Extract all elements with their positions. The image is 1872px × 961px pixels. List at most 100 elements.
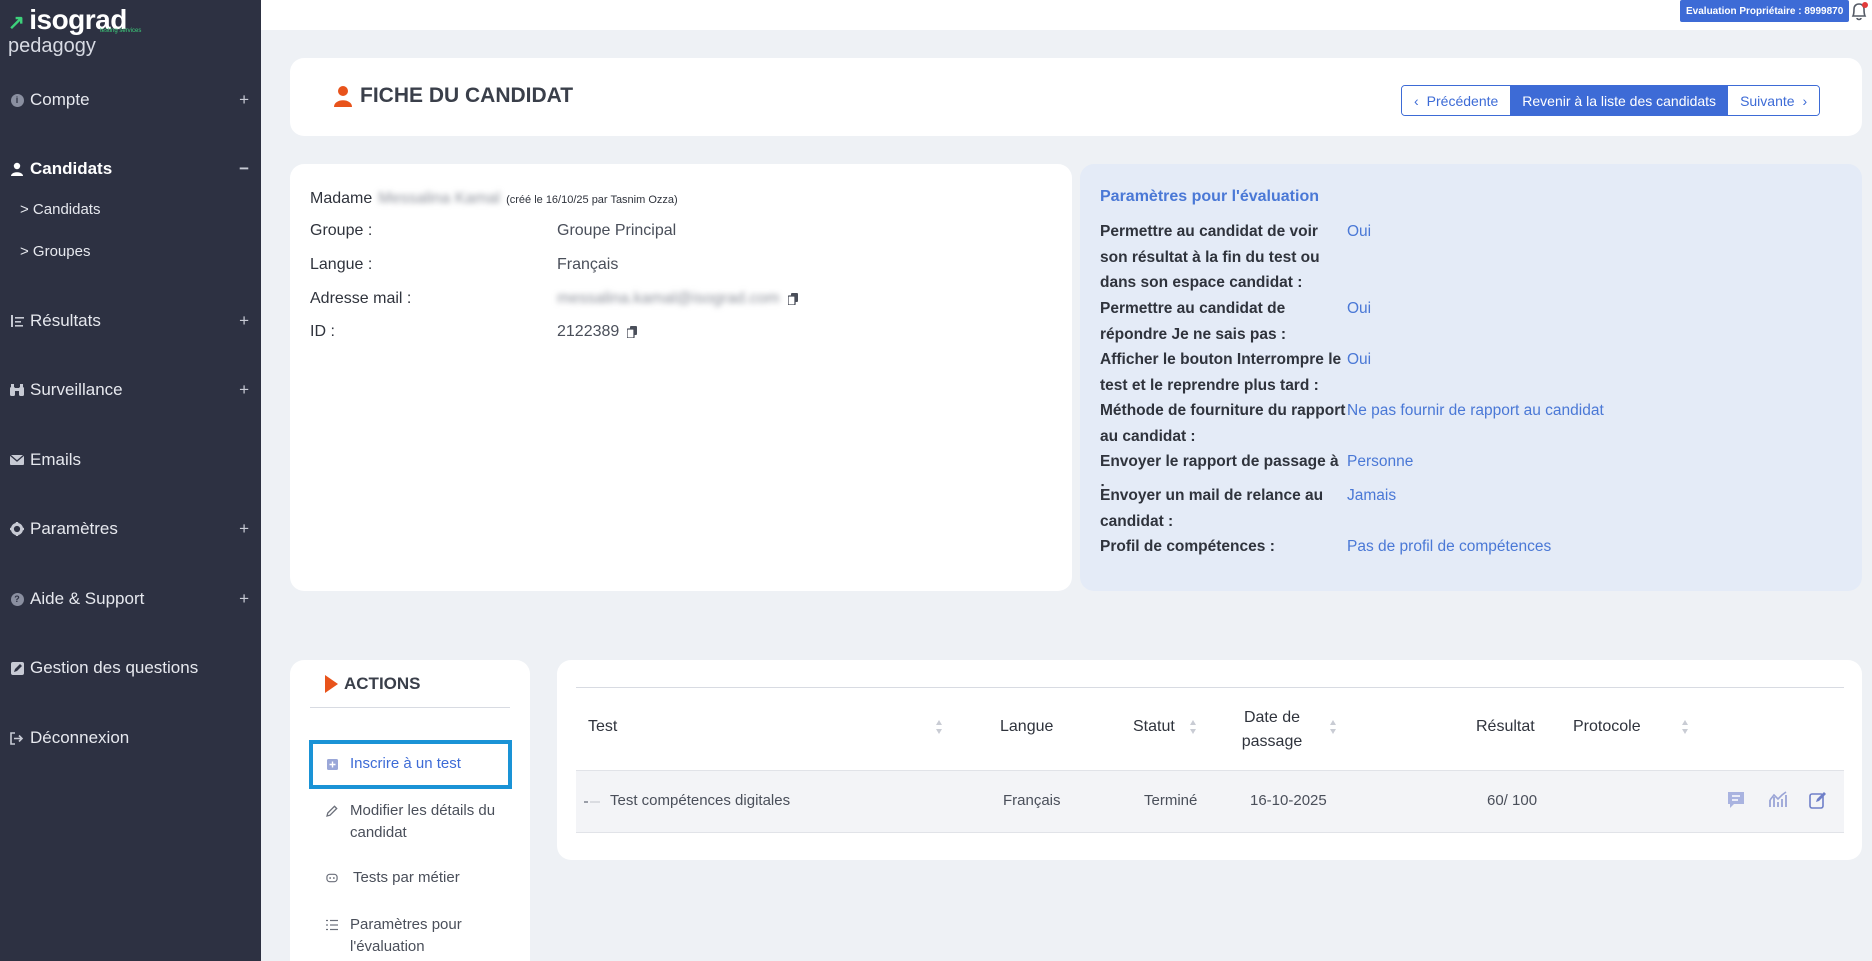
sidebar-item-deconnexion[interactable]: Déconnexion xyxy=(0,723,261,753)
chevron-left-icon: ‹ xyxy=(1414,92,1419,109)
sidebar-item-gestion-questions[interactable]: Gestion des questions xyxy=(0,653,261,683)
jobs-tests-action[interactable]: Tests par métier xyxy=(326,869,460,886)
param-label: Permettre au candidat de voir son résult… xyxy=(1100,223,1320,291)
copy-icon[interactable] xyxy=(787,293,798,305)
expand-icon: + xyxy=(239,311,249,330)
back-to-list-button[interactable]: Revenir à la liste des candidats xyxy=(1510,86,1729,115)
copy-icon[interactable] xyxy=(627,326,638,338)
column-header-protocole[interactable]: Protocole xyxy=(1573,718,1641,736)
chevron-right-icon: › xyxy=(1802,92,1808,109)
sort-icon[interactable] xyxy=(1329,719,1337,735)
sidebar-subitem-candidats[interactable]: > Candidats xyxy=(20,201,100,218)
sidebar-item-label: Aide & Support xyxy=(30,589,145,608)
info-icon: i xyxy=(10,93,24,107)
param-label: Afficher le bouton Interrompre le test e… xyxy=(1100,351,1342,394)
logout-icon xyxy=(10,731,24,745)
sidebar-item-label: Paramètres xyxy=(30,519,118,538)
question-icon: ? xyxy=(10,592,24,606)
sidebar-item-resultats[interactable]: Résultats + xyxy=(0,306,261,336)
action-label: Modifier les détails du candidat xyxy=(350,802,496,841)
email-label: Adresse mail : xyxy=(310,290,412,307)
column-header-date[interactable]: Date de passage xyxy=(1232,706,1312,754)
expand-icon: + xyxy=(239,589,249,608)
created-info: (créé le 16/10/25 par Tasnim Ozza) xyxy=(506,194,678,206)
table-top-rule xyxy=(576,687,1844,688)
collapse-icon: − xyxy=(239,159,249,178)
expand-icon: + xyxy=(239,519,249,538)
next-button[interactable]: Suivante › xyxy=(1728,86,1820,115)
candidate-name: Messalina Kamal xyxy=(378,190,501,207)
edit-square-icon xyxy=(10,661,24,675)
action-label: Tests par métier xyxy=(353,869,460,886)
column-header-langue: Langue xyxy=(1000,718,1054,735)
param-value: Jamais xyxy=(1347,487,1397,504)
sidebar-item-label: Emails xyxy=(30,450,82,469)
param-value: Pas de profil de compétences xyxy=(1347,538,1552,555)
id-label: ID : xyxy=(310,323,335,340)
language-label: Langue : xyxy=(310,256,373,273)
candidate-person-icon xyxy=(334,86,352,107)
sort-icon[interactable] xyxy=(935,719,943,735)
sidebar-item-label: Compte xyxy=(30,90,90,109)
sidebar-item-candidats[interactable]: Candidats − xyxy=(0,154,261,184)
user-icon xyxy=(10,162,24,176)
param-value: Ne pas fournir de rapport au candidat xyxy=(1347,402,1604,419)
id-field: 2122389 xyxy=(557,323,638,341)
param-value: Oui xyxy=(1347,223,1372,240)
actions-title-text: ACTIONS xyxy=(344,674,421,693)
group-value: Groupe Principal xyxy=(557,222,677,239)
evaluation-owner-badge[interactable]: Evaluation Propriétaire : 8999870 xyxy=(1680,0,1850,22)
edit-candidate-action[interactable]: Modifier les détails du candidat xyxy=(326,800,506,844)
highlight-box xyxy=(309,740,512,789)
sidebar: ↗ isograd testing services pedagogy i Co… xyxy=(0,0,261,961)
edit-icon[interactable] xyxy=(1808,790,1828,810)
play-triangle-icon xyxy=(325,675,338,693)
previous-button[interactable]: ‹ Précédente xyxy=(1402,86,1511,115)
sidebar-item-parametres[interactable]: Paramètres + xyxy=(0,514,261,544)
navigation-button-group: ‹ Précédente Revenir à la liste des cand… xyxy=(1401,85,1821,116)
cell-date: 16-10-2025 xyxy=(1250,792,1327,809)
sidebar-item-compte[interactable]: i Compte + xyxy=(0,85,261,115)
param-label: Permettre au candidat de répondre Je ne … xyxy=(1100,300,1287,343)
column-header-statut[interactable]: Statut xyxy=(1133,718,1175,736)
logo-mark-icon: ↗ xyxy=(8,12,25,34)
eval-settings-action[interactable]: Paramètres pour l'évaluation xyxy=(326,914,506,958)
chart-icon[interactable] xyxy=(1768,790,1788,810)
comment-icon[interactable] xyxy=(1726,790,1746,810)
action-label: Paramètres pour l'évaluation xyxy=(350,916,462,955)
civility: Madame xyxy=(310,190,373,207)
checklist-icon xyxy=(326,919,338,931)
robot-icon xyxy=(326,872,338,884)
previous-label: Précédente xyxy=(1426,92,1499,109)
cell-statut: Terminé xyxy=(1144,792,1198,809)
binoculars-icon xyxy=(10,383,24,397)
expand-icon: + xyxy=(239,90,249,109)
language-value: Français xyxy=(557,256,619,273)
sidebar-subitem-groupes[interactable]: > Groupes xyxy=(20,243,90,260)
sidebar-item-label: Surveillance xyxy=(30,380,123,399)
bell-icon[interactable] xyxy=(1850,2,1868,22)
sidebar-item-surveillance[interactable]: Surveillance + xyxy=(0,375,261,405)
sort-icon[interactable] xyxy=(1189,719,1197,735)
params-title: Paramètres pour l'évaluation xyxy=(1100,188,1319,205)
sidebar-item-emails[interactable]: Emails xyxy=(0,445,261,475)
envelope-icon xyxy=(10,453,24,467)
cell-langue: Français xyxy=(1003,792,1061,809)
sidebar-item-label: Déconnexion xyxy=(30,728,130,747)
test-logo-icon xyxy=(584,801,600,803)
param-value: Oui xyxy=(1347,351,1372,368)
column-header-test[interactable]: Test xyxy=(588,718,617,736)
page-title-text: FICHE DU CANDIDAT xyxy=(360,84,574,107)
sort-icon[interactable] xyxy=(1681,719,1689,735)
sidebar-item-label: Gestion des questions xyxy=(30,658,199,677)
cell-test: Test compétences digitales xyxy=(610,792,791,809)
actions-title: ACTIONS xyxy=(325,674,421,694)
cell-resultat: 60/ 100 xyxy=(1487,792,1538,809)
page-title: FICHE DU CANDIDAT xyxy=(334,84,573,108)
sidebar-item-aide-support[interactable]: ? Aide & Support + xyxy=(0,584,261,614)
group-label: Groupe : xyxy=(310,222,373,239)
list-chart-icon xyxy=(10,314,24,328)
param-label: Envoyer un mail de relance au candidat : xyxy=(1100,487,1324,530)
sidebar-item-label: Candidats xyxy=(30,159,113,178)
candidate-name-line: Madame Messalina Kamal (créé le 16/10/25… xyxy=(310,190,678,208)
